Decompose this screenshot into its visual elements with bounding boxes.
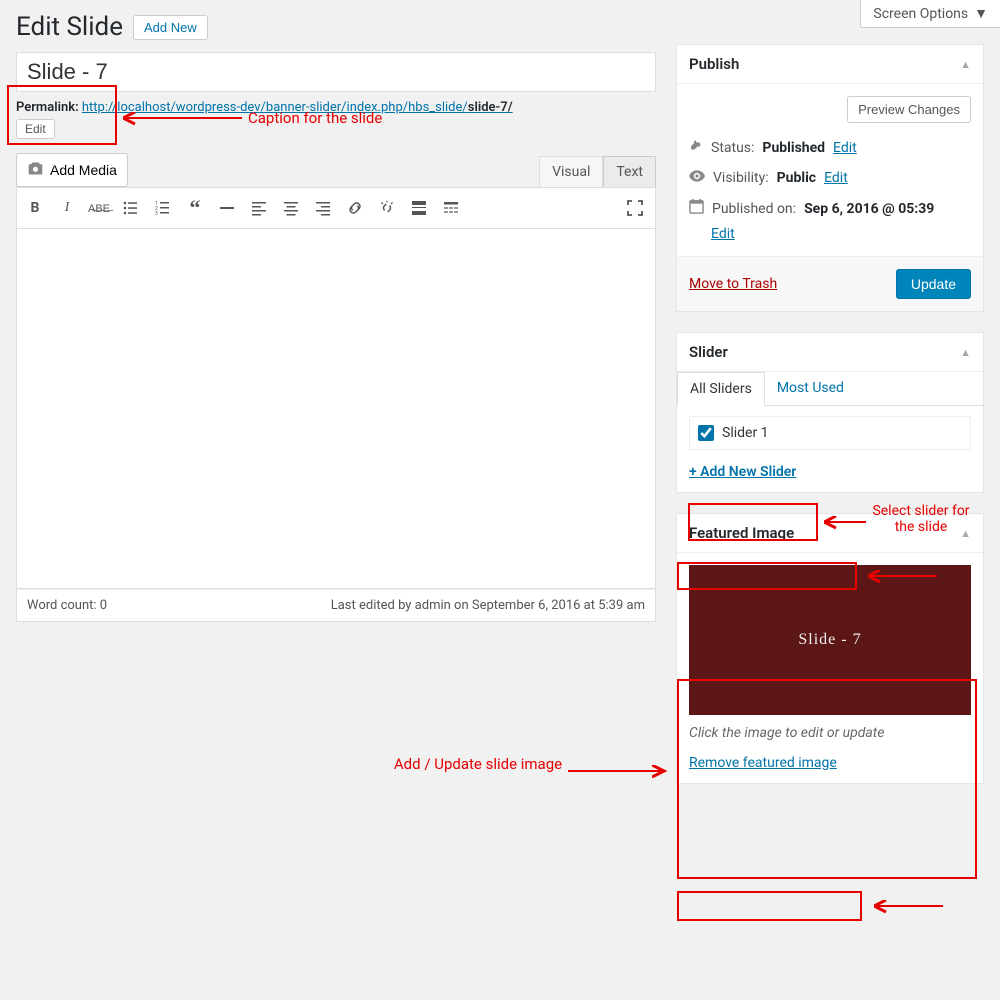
featured-panel-toggle[interactable]: Featured Image ▲ <box>677 514 983 553</box>
permalink-url[interactable]: http://localhost/wordpress-dev/banner-sl… <box>82 100 513 115</box>
page-title: Edit Slide <box>16 12 123 42</box>
triangle-up-icon: ▲ <box>960 527 971 540</box>
add-media-label: Add Media <box>50 162 117 178</box>
publish-panel-toggle[interactable]: Publish ▲ <box>677 45 983 84</box>
featured-image-thumbnail[interactable]: Slide - 7 <box>689 565 971 715</box>
strikethrough-icon[interactable]: A̶B̶E̶ <box>85 194 113 222</box>
slider-panel: Slider ▲ All Sliders Most Used Slider 1 … <box>676 332 984 493</box>
camera-icon <box>27 160 44 180</box>
move-to-trash-link[interactable]: Move to Trash <box>689 276 777 292</box>
featured-image-hint: Click the image to edit or update <box>689 725 971 741</box>
tab-visual[interactable]: Visual <box>539 156 603 187</box>
screen-options-label: Screen Options <box>873 6 968 22</box>
highlight-remove-link <box>677 891 862 921</box>
align-left-icon[interactable] <box>245 194 273 222</box>
add-media-button[interactable]: Add Media <box>16 153 128 187</box>
permalink-label: Permalink: <box>16 100 79 115</box>
tab-text[interactable]: Text <box>603 156 656 187</box>
italic-icon[interactable]: I <box>53 194 81 222</box>
edit-status-link[interactable]: Edit <box>833 140 857 156</box>
remove-featured-image-link[interactable]: Remove featured image <box>689 755 837 771</box>
chevron-down-icon: ▼ <box>974 5 988 22</box>
calendar-icon <box>689 199 704 218</box>
unlink-icon[interactable] <box>373 194 401 222</box>
update-button[interactable]: Update <box>896 269 971 299</box>
word-count: Word count: 0 <box>27 598 107 613</box>
quote-icon[interactable]: “ <box>181 194 209 222</box>
svg-text:3: 3 <box>155 211 158 216</box>
screen-options-tab[interactable]: Screen Options ▼ <box>860 0 1000 28</box>
post-title-input[interactable] <box>16 52 656 92</box>
edit-visibility-link[interactable]: Edit <box>824 170 848 186</box>
numbered-list-icon[interactable]: 123 <box>149 194 177 222</box>
read-more-icon[interactable] <box>405 194 433 222</box>
slider-checkbox-row[interactable]: Slider 1 <box>698 425 962 441</box>
last-edited: Last edited by admin on September 6, 201… <box>331 598 645 613</box>
editor-toolbar: B I A̶B̶E̶ 123 “ <box>16 187 656 229</box>
triangle-up-icon: ▲ <box>960 58 971 71</box>
slider-1-checkbox[interactable] <box>698 425 714 441</box>
bold-icon[interactable]: B <box>21 194 49 222</box>
triangle-up-icon: ▲ <box>960 346 971 359</box>
tab-all-sliders[interactable]: All Sliders <box>677 372 765 406</box>
align-right-icon[interactable] <box>309 194 337 222</box>
hr-icon[interactable] <box>213 194 241 222</box>
edit-permalink-button[interactable]: Edit <box>16 119 55 139</box>
bullet-list-icon[interactable] <box>117 194 145 222</box>
align-center-icon[interactable] <box>277 194 305 222</box>
add-new-button[interactable]: Add New <box>133 15 208 40</box>
editor-content[interactable] <box>16 229 656 589</box>
preview-changes-button[interactable]: Preview Changes <box>847 96 971 123</box>
eye-icon <box>689 169 705 187</box>
fullscreen-icon[interactable] <box>621 194 649 222</box>
link-icon[interactable] <box>341 194 369 222</box>
tab-most-used[interactable]: Most Used <box>765 372 856 405</box>
slider-panel-toggle[interactable]: Slider ▲ <box>677 333 983 372</box>
toolbar-toggle-icon[interactable] <box>437 194 465 222</box>
key-icon <box>689 139 703 157</box>
add-new-slider-link[interactable]: + Add New Slider <box>689 464 796 480</box>
featured-image-panel: Featured Image ▲ Slide - 7 Click the ima… <box>676 513 984 784</box>
publish-panel: Publish ▲ Preview Changes Status: Publis… <box>676 44 984 312</box>
edit-date-link[interactable]: Edit <box>711 226 971 242</box>
